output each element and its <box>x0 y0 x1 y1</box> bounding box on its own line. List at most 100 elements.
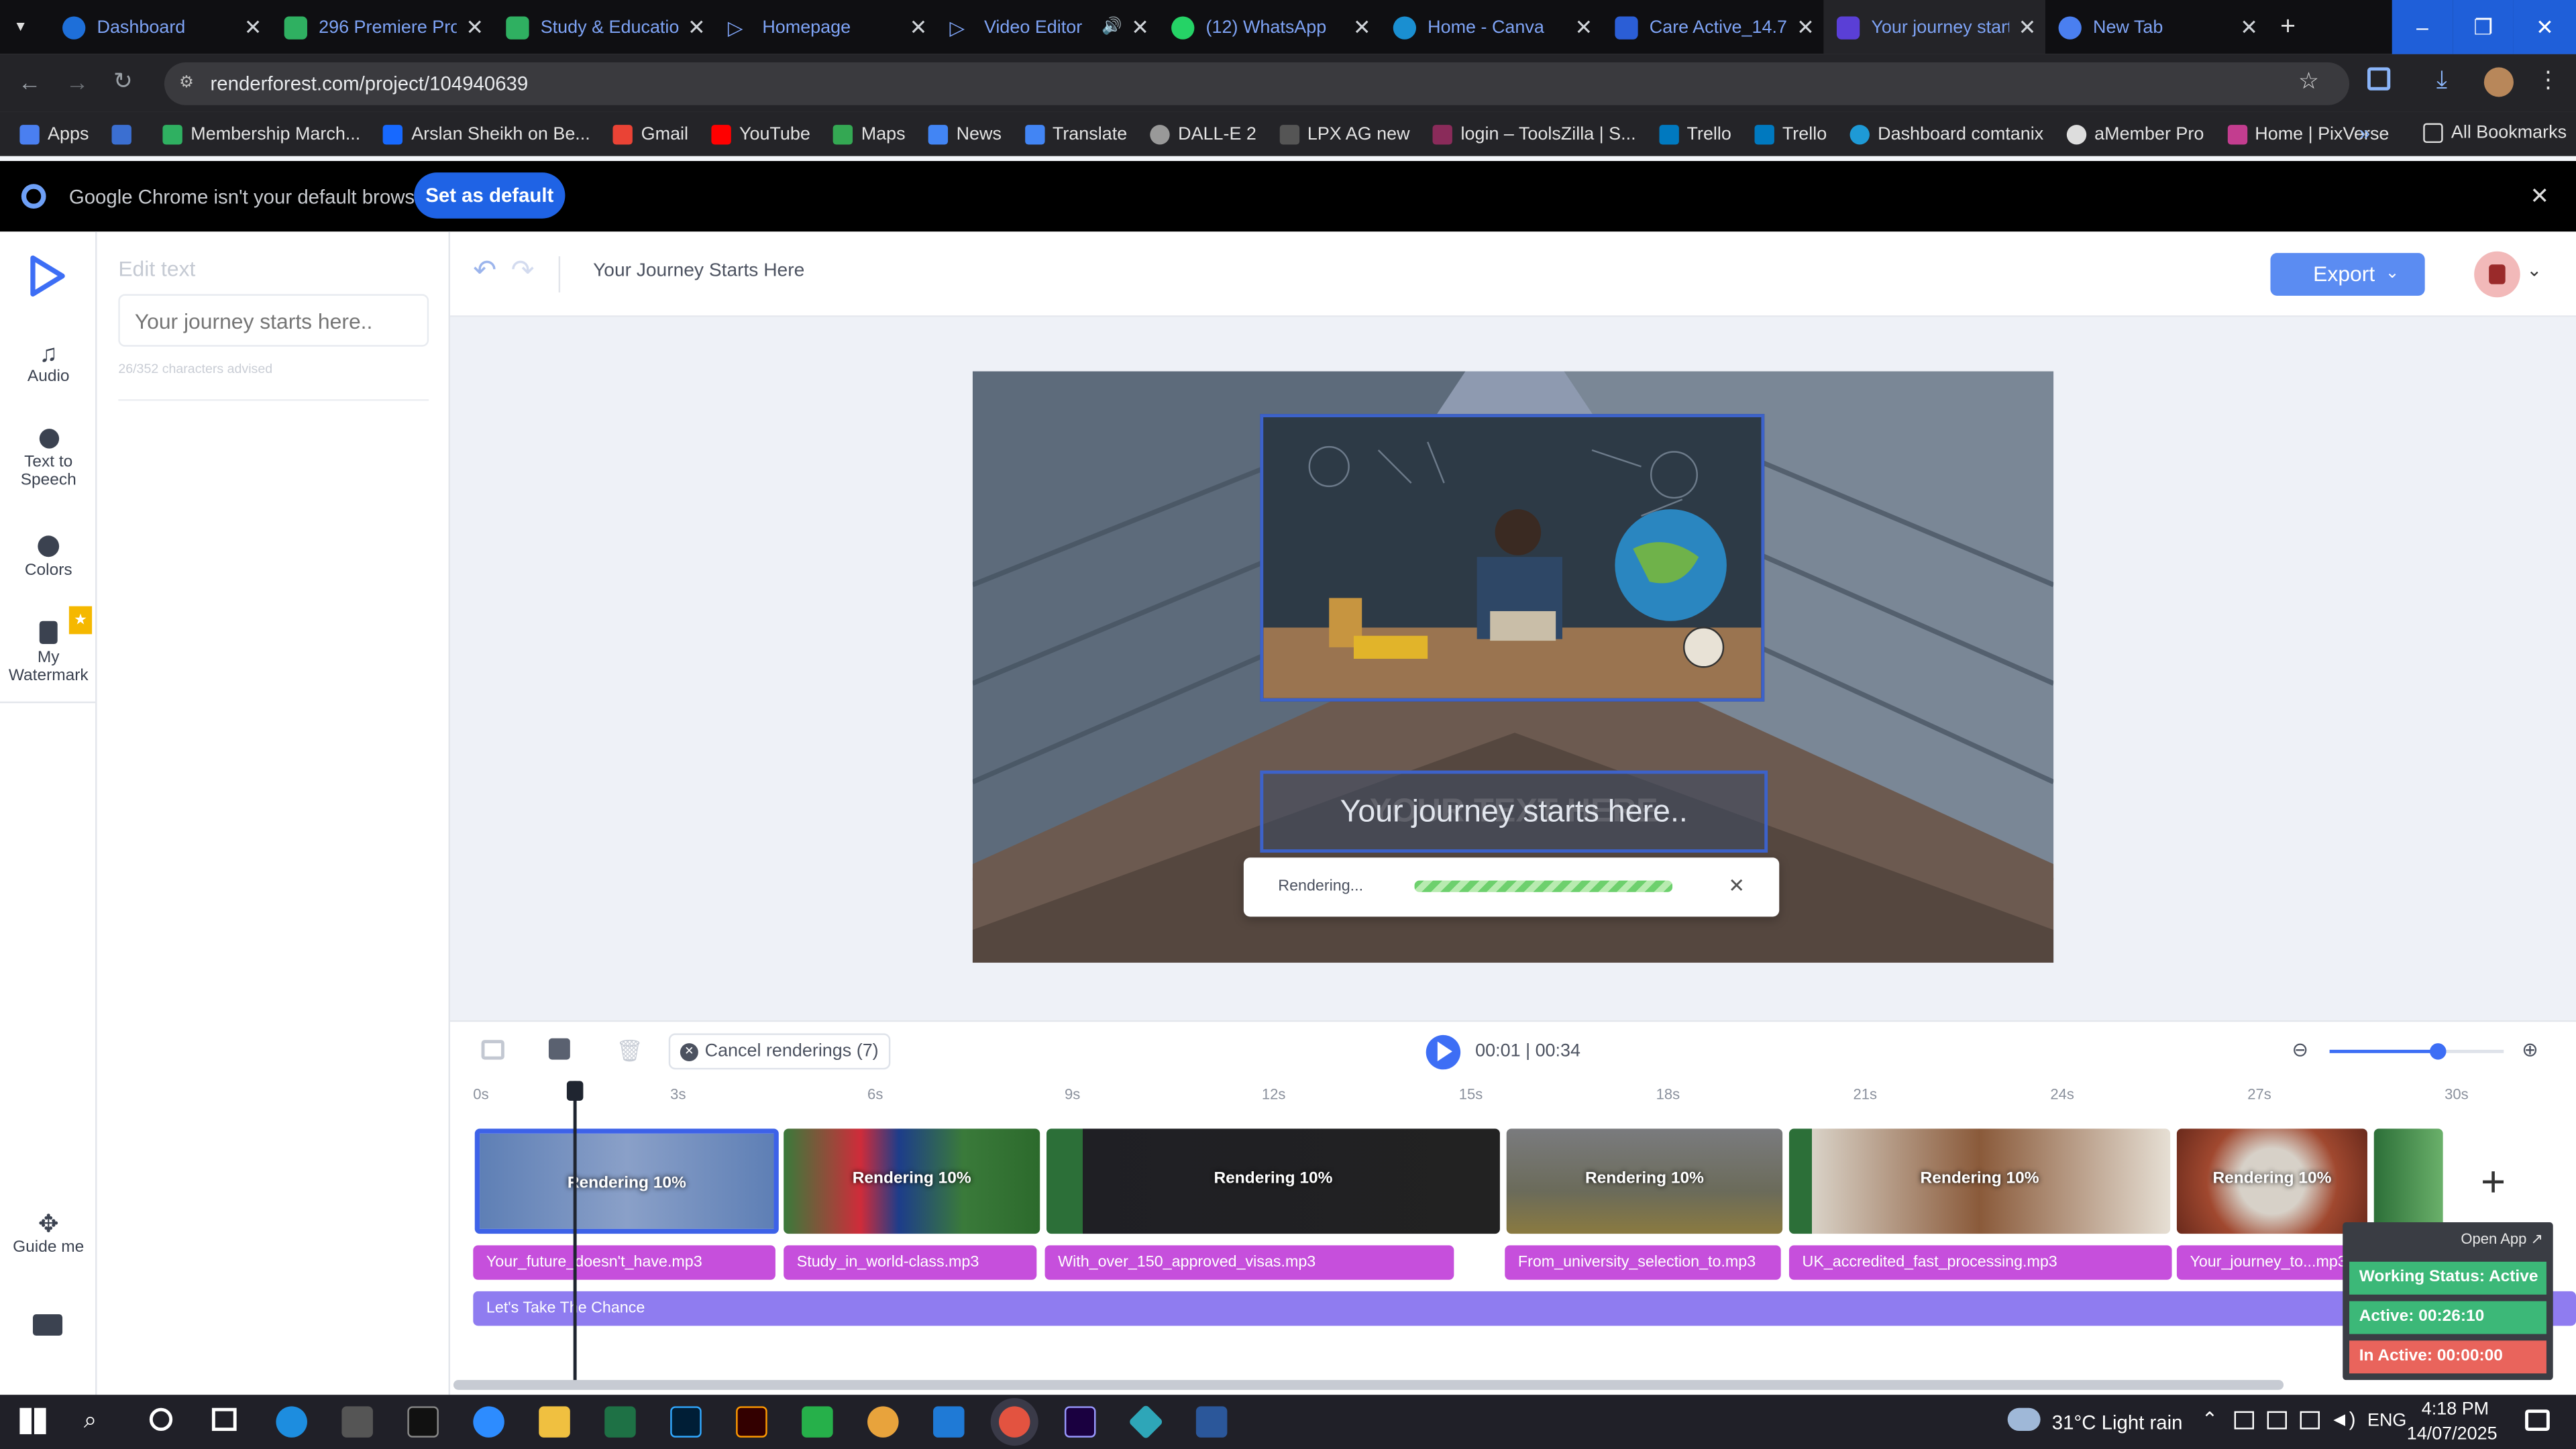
tab-homepage[interactable]: ▷ Homepage ✕ <box>714 0 936 54</box>
search-icon[interactable]: ⌕ <box>84 1406 97 1434</box>
photoshop-icon[interactable] <box>670 1406 702 1438</box>
tab-dashboard[interactable]: Dashboard ✕ <box>49 0 271 54</box>
close-icon[interactable]: ✕ <box>900 14 936 40</box>
timeline-scrollbar[interactable] <box>453 1380 2284 1390</box>
forward-icon[interactable]: → <box>66 69 89 95</box>
add-scene-icon[interactable]: + <box>2481 1157 2506 1208</box>
task-view-icon[interactable] <box>211 1407 237 1432</box>
app-diamond-icon[interactable] <box>1128 1404 1164 1440</box>
close-icon[interactable]: ✕ <box>1122 14 1159 40</box>
close-icon[interactable]: ✕ <box>678 14 714 40</box>
meet-icon[interactable] <box>2234 1411 2255 1430</box>
illustrator-icon[interactable] <box>736 1406 767 1438</box>
bookmark-item[interactable]: Maps <box>833 123 906 144</box>
scene-clip[interactable]: Rendering 10% <box>784 1128 1040 1234</box>
cancel-renderings-button[interactable]: ✕ Cancel renderings (7) <box>668 1033 891 1070</box>
voiceover-track[interactable]: Your_journey_to...mp3 <box>2176 1245 2358 1280</box>
project-title[interactable]: Your Journey Starts Here <box>593 261 804 280</box>
reload-icon[interactable]: ↻ <box>113 67 133 95</box>
tab-new-tab[interactable]: New Tab ✕ <box>2045 0 2267 54</box>
sidebar-item-audio[interactable]: ♫ Audio <box>0 340 97 386</box>
sidebar-item-colors[interactable]: Colors <box>0 535 97 580</box>
windows-start-icon[interactable] <box>19 1407 46 1434</box>
keyboard-icon[interactable] <box>32 1314 63 1336</box>
avatar[interactable] <box>2483 67 2514 97</box>
classroom-image[interactable] <box>1260 414 1765 702</box>
bookmark-item[interactable]: YouTube <box>711 123 810 144</box>
vscode-icon[interactable] <box>933 1406 965 1438</box>
scene-clip[interactable] <box>2373 1128 2443 1234</box>
scene-clip[interactable]: Rendering 10% <box>1788 1128 2171 1234</box>
site-info-icon[interactable]: ⚙ <box>179 62 194 105</box>
close-icon[interactable]: ✕ <box>2009 14 2045 40</box>
text-input[interactable] <box>118 294 429 347</box>
edge-icon[interactable] <box>276 1406 307 1438</box>
terminal-icon[interactable] <box>407 1406 439 1438</box>
set-as-default-button[interactable]: Set as default <box>414 172 566 219</box>
clock-date[interactable]: 14/07/2025 <box>2407 1424 2498 1444</box>
menu-icon[interactable]: ⋮ <box>2536 66 2559 94</box>
phone-app-icon[interactable] <box>802 1406 833 1438</box>
bookmark-apps[interactable]: Apps <box>19 123 89 144</box>
zoom-handle[interactable] <box>2429 1043 2446 1060</box>
bookmark-item[interactable]: login – ToolsZilla | S... <box>1432 123 1636 144</box>
voiceover-track[interactable]: UK_accredited_fast_processing.mp3 <box>1788 1245 2172 1280</box>
volume-icon[interactable]: ◄) <box>2330 1408 2356 1431</box>
zoom-slider[interactable] <box>2329 1043 2504 1060</box>
voiceover-track[interactable]: With_over_150_approved_visas.mp3 <box>1044 1245 1454 1280</box>
download-icon[interactable]: ⤓ <box>2436 66 2447 94</box>
restore-button[interactable]: ❐ <box>2453 0 2514 54</box>
voiceover-track[interactable]: Study_in_world-class.mp3 <box>784 1245 1037 1280</box>
close-icon[interactable]: ✕ <box>235 14 271 40</box>
language-indicator[interactable]: ENG <box>2367 1411 2406 1431</box>
cortana-icon[interactable] <box>149 1407 173 1432</box>
bookmark-grid[interactable] <box>111 123 140 144</box>
close-window-button[interactable]: ✕ <box>2513 0 2576 54</box>
zoom-out-icon[interactable]: ⊖ <box>2292 1038 2308 1061</box>
music-track[interactable]: Let's Take The Chance <box>473 1291 2576 1326</box>
tab-search-button[interactable]: ▾ <box>0 0 49 54</box>
scene-clip[interactable]: Rendering 10% <box>474 1128 779 1234</box>
bookmark-item[interactable]: Dashboard comtanix <box>1849 123 2043 144</box>
close-icon[interactable]: ✕ <box>457 14 493 40</box>
playhead[interactable] <box>566 1081 584 1382</box>
more-bookmarks-icon[interactable]: » <box>2359 121 2370 144</box>
url-field[interactable]: ⚙ renderforest.com/project/104940639 <box>164 62 2350 105</box>
chevron-up-icon[interactable]: ⌃ <box>2202 1408 2218 1431</box>
close-icon[interactable]: ✕ <box>1728 874 1745 897</box>
sidebar-item-text-to-speech[interactable]: Text to Speech <box>0 429 97 490</box>
bookmark-item[interactable]: Membership March... <box>162 123 360 144</box>
voiceover-track[interactable]: From_university_selection_to.mp3 <box>1505 1245 1781 1280</box>
tab-premiere[interactable]: 296 Premiere Pro ✕ <box>271 0 493 54</box>
close-icon[interactable]: ✕ <box>2530 182 2549 211</box>
notifications-icon[interactable] <box>2525 1409 2550 1432</box>
network-icon[interactable] <box>2300 1411 2320 1430</box>
tab-your-journey[interactable]: Your journey starts ✕ <box>1823 0 2045 54</box>
undo-icon[interactable]: ↶ <box>473 255 496 288</box>
premiere-icon[interactable] <box>1064 1406 1096 1438</box>
tab-care-active[interactable]: Care Active_14.7.2 ✕ <box>1602 0 1824 54</box>
clock-time[interactable]: 4:18 PM <box>2422 1400 2489 1419</box>
excel-icon[interactable] <box>604 1406 636 1438</box>
playhead-handle[interactable] <box>566 1081 584 1101</box>
text-overlay-box[interactable]: YOUR TEXT HERE Your journey starts here.… <box>1260 770 1768 853</box>
new-tab-button[interactable]: + <box>2267 0 2316 54</box>
tab-whatsapp[interactable]: (12) WhatsApp ✕ <box>1159 0 1381 54</box>
sidebar-item-guide[interactable]: ✥ Guide me <box>0 1209 97 1257</box>
bookmark-item[interactable]: News <box>928 123 1002 144</box>
bookmark-item[interactable]: aMember Pro <box>2066 123 2204 144</box>
voiceover-track[interactable]: Your_future_doesn't_have.mp3 <box>473 1245 775 1280</box>
all-bookmarks[interactable]: All Bookmarks <box>2423 123 2567 144</box>
close-icon[interactable]: ✕ <box>1787 14 1823 40</box>
extension-icon[interactable] <box>2367 67 2391 91</box>
bookmark-item[interactable]: Trello <box>1658 123 1731 144</box>
play-button[interactable] <box>1426 1034 1461 1070</box>
close-icon[interactable]: ✕ <box>2231 14 2267 40</box>
zoom-in-icon[interactable]: ⊕ <box>2522 1038 2538 1061</box>
bookmark-item[interactable]: Trello <box>1754 123 1827 144</box>
chrome-active-icon[interactable] <box>998 1406 1030 1438</box>
close-icon[interactable]: ✕ <box>1566 14 1602 40</box>
tab-study[interactable]: Study & Education ✕ <box>493 0 715 54</box>
file-explorer-icon[interactable] <box>539 1406 570 1438</box>
chrome-icon[interactable] <box>867 1406 899 1438</box>
